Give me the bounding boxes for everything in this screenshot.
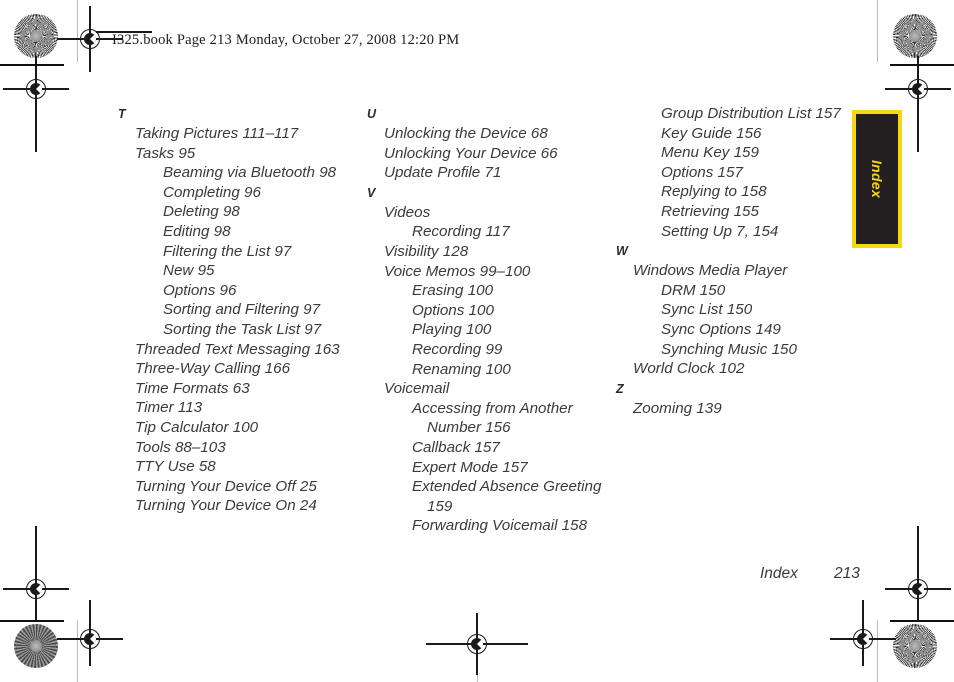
index-entry: Key Guide 156: [661, 124, 762, 142]
index-entry: Callback 157: [412, 438, 500, 456]
index-entry: Windows Media Player: [633, 262, 788, 280]
index-entry: Recording 117: [412, 223, 510, 241]
index-entry: Turning Your Device Off 25: [135, 477, 317, 495]
index-entry: Turning Your Device On 24: [135, 497, 317, 515]
index-entry: Videos: [384, 203, 431, 221]
side-thumb-tab-label: Index: [869, 159, 885, 199]
side-thumb-tab: Index: [852, 110, 902, 248]
index-entry: Sorting and Filtering 97: [163, 301, 321, 319]
index-entry: Tip Calculator 100: [135, 418, 259, 436]
index-entry: Forwarding Voicemail 158: [412, 517, 588, 535]
index-entry: Recording 99: [412, 340, 503, 358]
index-entry: Options 157: [661, 163, 743, 181]
index-letter-heading: V: [367, 185, 376, 200]
index-entry: Synching Music 150: [661, 340, 797, 358]
index-entry: Erasing 100: [412, 282, 494, 300]
index-entry: Retrieving 155: [661, 202, 759, 220]
index-entry: Playing 100: [412, 321, 492, 339]
index-entry: Taking Pictures 111–117: [135, 125, 299, 142]
index-entry: Options 96: [163, 281, 237, 299]
index-letter-heading: Z: [616, 381, 624, 396]
index-entry: 159: [427, 497, 453, 515]
index-entry: Visibility 128: [384, 242, 469, 260]
index-column-2: U Unlocking the Device 68 Unlocking Your D…: [367, 104, 619, 536]
index-entry: Threaded Text Messaging 163: [135, 340, 340, 358]
index-letter-heading: T: [118, 107, 126, 121]
index-entry: Number 156: [427, 419, 511, 437]
index-page: I325.book Page 213 Monday, October 27, 2…: [0, 0, 954, 682]
index-letter-heading: W: [616, 244, 628, 259]
index-entry: Zooming 139: [633, 399, 722, 417]
index-entry: Three-Way Calling 166: [135, 360, 291, 378]
index-entry: Update Profile 71: [384, 164, 502, 182]
index-entry: Sync List 150: [661, 301, 753, 319]
index-columns: T Taking Pictures 111–117 Tasks 95 Beaming …: [0, 0, 954, 682]
index-entry: Expert Mode 157: [412, 458, 528, 476]
index-entry: DRM 150: [661, 281, 726, 299]
index-entry: TTY Use 58: [135, 458, 216, 476]
index-entry: Renaming 100: [412, 360, 511, 378]
index-entry: Beaming via Bluetooth 98: [163, 164, 337, 182]
index-entry: Time Formats 63: [135, 379, 250, 397]
index-entry: Unlocking Your Device 66: [384, 144, 558, 162]
index-entry: Sync Options 149: [661, 320, 781, 338]
footer-section-label: Index: [760, 565, 798, 582]
index-entry: Group Distribution List 157: [661, 105, 841, 122]
index-entry: Tools 88–103: [135, 438, 226, 456]
footer-page-number: 213: [834, 565, 860, 582]
index-entry: Options 100: [412, 301, 494, 319]
index-column-1: T Taking Pictures 111–117 Tasks 95 Beaming …: [118, 104, 370, 516]
index-entry: World Clock 102: [633, 360, 745, 378]
index-entry: Editing 98: [163, 222, 231, 240]
index-entry: Unlocking the Device 68: [384, 125, 548, 142]
index-column-3: Group Distribution List 157 Key Guide 156…: [616, 104, 868, 418]
index-entry: Setting Up 7, 154: [661, 222, 779, 240]
index-entry: Replying to 158: [661, 183, 767, 201]
index-entry: Tasks 95: [135, 144, 196, 162]
index-entry: Menu Key 159: [661, 144, 759, 162]
index-entry: Filtering the List 97: [163, 242, 292, 260]
index-entry: New 95: [163, 262, 215, 280]
index-entry: Accessing from Another: [412, 399, 573, 417]
index-entry: Deleting 98: [163, 203, 240, 221]
index-entry: Sorting the Task List 97: [163, 320, 322, 338]
index-entry: Timer 113: [135, 399, 203, 417]
index-letter-heading: U: [367, 107, 377, 121]
index-entry: Completing 96: [163, 183, 261, 201]
index-entry: Voice Memos 99–100: [384, 262, 531, 280]
index-entry: Extended Absence Greeting: [412, 478, 602, 496]
index-entry: Voicemail: [384, 380, 450, 398]
